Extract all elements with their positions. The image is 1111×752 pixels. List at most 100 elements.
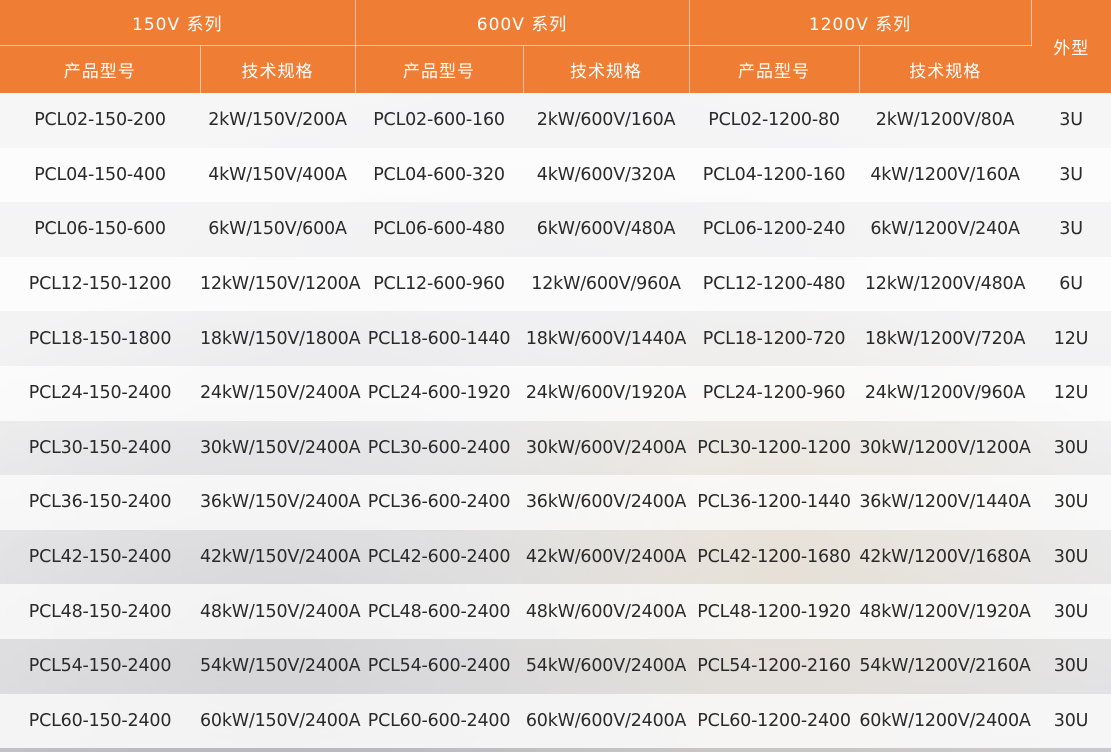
spec-1200v-cell: 24kW/1200V/960A — [859, 365, 1032, 421]
spec-1200v-cell: 42kW/1200V/1680A — [859, 529, 1032, 585]
model-600v-cell: PCL36-600-2400 — [355, 475, 524, 530]
model-1200v-cell: PCL12-1200-480 — [689, 256, 860, 312]
table-row: PCL30-150-2400 30kW/150V/2400A PCL30-600-2… — [0, 420, 1111, 476]
spec-600v-cell: 12kW/600V/960A — [523, 256, 690, 312]
spec-150v-cell: 60kW/150V/2400A — [200, 693, 361, 749]
model-150v-cell: PCL12-150-1200 — [0, 256, 200, 312]
spec-150v-cell: 48kW/150V/2400A — [200, 584, 361, 639]
spec-1200v-cell: 36kW/1200V/1440A — [859, 475, 1032, 530]
spec-600v-cell: 24kW/600V/1920A — [523, 365, 690, 421]
spec-600v-cell: 18kW/600V/1440A — [523, 311, 690, 366]
table-row: PCL24-150-2400 24kW/150V/2400A PCL24-600-1… — [0, 365, 1111, 421]
spec-150v-cell: 18kW/150V/1800A — [200, 311, 361, 366]
model-600v-cell: PCL04-600-320 — [355, 147, 524, 203]
model-column-header: 产品型号 — [689, 45, 860, 93]
spec-600v-cell: 42kW/600V/2400A — [523, 529, 690, 585]
page-background: 150V 系列 600V 系列 1200V 系列 外型 产品型号 技术规格 产品… — [0, 0, 1111, 752]
spec-150v-cell: 12kW/150V/1200A — [200, 256, 361, 312]
spec-150v-cell: 42kW/150V/2400A — [200, 529, 361, 585]
spec-150v-cell: 30kW/150V/2400A — [200, 420, 361, 476]
model-150v-cell: PCL30-150-2400 — [0, 420, 200, 476]
model-600v-cell: PCL12-600-960 — [355, 256, 524, 312]
model-600v-cell: PCL60-600-2400 — [355, 693, 524, 749]
spec-150v-cell: 6kW/150V/600A — [200, 202, 356, 257]
spec-column-header: 技术规格 — [523, 45, 690, 93]
model-1200v-cell: PCL18-1200-720 — [689, 311, 860, 366]
form-factor-cell: 30U — [1031, 693, 1111, 749]
model-150v-cell: PCL24-150-2400 — [0, 365, 200, 421]
spec-column-header: 技术规格 — [200, 45, 356, 93]
series-600v-header: 600V 系列 — [355, 0, 690, 46]
model-150v-cell: PCL04-150-400 — [0, 147, 200, 203]
table-row: PCL06-150-600 6kW/150V/600A PCL06-600-480 6… — [0, 202, 1111, 257]
table-row: PCL36-150-2400 36kW/150V/2400A PCL36-600-2… — [0, 475, 1111, 530]
spec-600v-cell: 6kW/600V/480A — [523, 202, 690, 257]
table-header: 150V 系列 600V 系列 1200V 系列 外型 产品型号 技术规格 产品… — [0, 0, 1111, 93]
model-1200v-cell: PCL54-1200-2160 — [689, 638, 860, 694]
spec-150v-cell: 2kW/150V/200A — [200, 93, 356, 148]
spec-150v-cell: 4kW/150V/400A — [200, 147, 356, 203]
model-150v-cell: PCL06-150-600 — [0, 202, 200, 257]
model-150v-cell: PCL60-150-2400 — [0, 693, 200, 749]
form-factor-cell: 3U — [1031, 93, 1111, 148]
model-1200v-cell: PCL04-1200-160 — [689, 147, 860, 203]
model-1200v-cell: PCL30-1200-1200 — [689, 420, 860, 476]
table-row: PCL18-150-1800 18kW/150V/1800A PCL18-600-1… — [0, 311, 1111, 366]
spec-600v-cell: 30kW/600V/2400A — [523, 420, 690, 476]
spec-600v-cell: 2kW/600V/160A — [523, 93, 690, 148]
model-column-header: 产品型号 — [0, 45, 201, 93]
model-600v-cell: PCL06-600-480 — [355, 202, 524, 257]
spec-600v-cell: 36kW/600V/2400A — [523, 475, 690, 530]
form-factor-cell: 3U — [1031, 147, 1111, 203]
form-factor-cell: 30U — [1031, 475, 1111, 530]
model-600v-cell: PCL54-600-2400 — [355, 638, 524, 694]
model-150v-cell: PCL02-150-200 — [0, 93, 200, 148]
spec-150v-cell: 54kW/150V/2400A — [200, 638, 361, 694]
model-1200v-cell: PCL24-1200-960 — [689, 365, 860, 421]
model-150v-cell: PCL36-150-2400 — [0, 475, 200, 530]
table-row: PCL42-150-2400 42kW/150V/2400A PCL42-600-2… — [0, 529, 1111, 585]
model-150v-cell: PCL42-150-2400 — [0, 529, 200, 585]
form-factor-cell: 12U — [1031, 311, 1111, 366]
spec-150v-cell: 24kW/150V/2400A — [200, 365, 361, 421]
spec-1200v-cell: 2kW/1200V/80A — [859, 93, 1032, 148]
model-column-header: 产品型号 — [355, 45, 524, 93]
model-1200v-cell: PCL42-1200-1680 — [689, 529, 860, 585]
spec-column-header: 技术规格 — [859, 45, 1032, 93]
spec-1200v-cell: 6kW/1200V/240A — [859, 202, 1032, 257]
table-row: PCL60-150-2400 60kW/150V/2400A PCL60-600-2… — [0, 693, 1111, 749]
model-600v-cell: PCL18-600-1440 — [355, 311, 524, 366]
spec-1200v-cell: 4kW/1200V/160A — [859, 147, 1032, 203]
form-factor-cell: 30U — [1031, 584, 1111, 639]
model-150v-cell: PCL18-150-1800 — [0, 311, 200, 366]
spec-600v-cell: 48kW/600V/2400A — [523, 584, 690, 639]
spec-1200v-cell: 18kW/1200V/720A — [859, 311, 1032, 366]
form-factor-cell: 12U — [1031, 365, 1111, 421]
model-600v-cell: PCL24-600-1920 — [355, 365, 524, 421]
model-600v-cell: PCL48-600-2400 — [355, 584, 524, 639]
model-600v-cell: PCL42-600-2400 — [355, 529, 524, 585]
spec-1200v-cell: 60kW/1200V/2400A — [859, 693, 1032, 749]
spec-600v-cell: 54kW/600V/2400A — [523, 638, 690, 694]
table-row: PCL02-150-200 2kW/150V/200A PCL02-600-160 2… — [0, 93, 1111, 148]
form-factor-cell: 30U — [1031, 529, 1111, 585]
form-factor-cell: 30U — [1031, 638, 1111, 694]
spec-150v-cell: 36kW/150V/2400A — [200, 475, 361, 530]
spec-1200v-cell: 48kW/1200V/1920A — [859, 584, 1032, 639]
model-150v-cell: PCL48-150-2400 — [0, 584, 200, 639]
spec-600v-cell: 60kW/600V/2400A — [523, 693, 690, 749]
model-600v-cell: PCL30-600-2400 — [355, 420, 524, 476]
table-row: PCL54-150-2400 54kW/150V/2400A PCL54-600-2… — [0, 638, 1111, 694]
product-spec-table: 150V 系列 600V 系列 1200V 系列 外型 产品型号 技术规格 产品… — [0, 0, 1111, 749]
model-1200v-cell: PCL02-1200-80 — [689, 93, 860, 148]
table-row: PCL48-150-2400 48kW/150V/2400A PCL48-600-2… — [0, 584, 1111, 639]
model-1200v-cell: PCL36-1200-1440 — [689, 475, 860, 530]
model-1200v-cell: PCL06-1200-240 — [689, 202, 860, 257]
table-row: PCL12-150-1200 12kW/150V/1200A PCL12-600-9… — [0, 256, 1111, 312]
spec-600v-cell: 4kW/600V/320A — [523, 147, 690, 203]
table-body: PCL02-150-200 2kW/150V/200A PCL02-600-160 2… — [0, 93, 1111, 749]
table-row: PCL04-150-400 4kW/150V/400A PCL04-600-320 4… — [0, 147, 1111, 203]
form-factor-cell: 6U — [1031, 256, 1111, 312]
spec-1200v-cell: 30kW/1200V/1200A — [859, 420, 1032, 476]
model-1200v-cell: PCL60-1200-2400 — [689, 693, 860, 749]
